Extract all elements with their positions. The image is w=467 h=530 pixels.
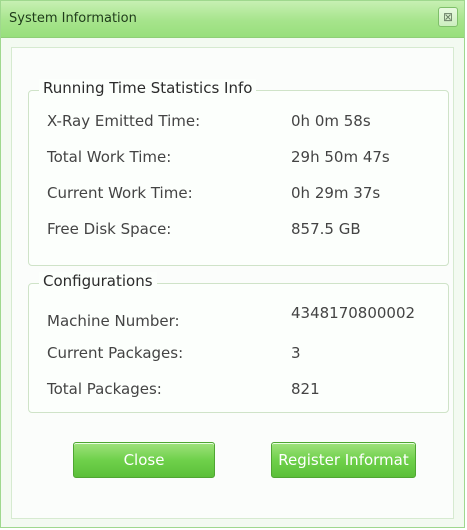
- machine-number-value: 4348170800002: [291, 304, 416, 322]
- running-time-group: Running Time Statistics Info X-Ray Emitt…: [28, 79, 449, 266]
- total-packages-value: 821: [291, 380, 320, 398]
- current-packages-value: 3: [291, 344, 301, 362]
- total-packages-row: Total Packages: 821: [47, 380, 447, 402]
- current-packages-label: Current Packages:: [47, 344, 184, 362]
- machine-number-row: Machine Number: 4348170800002: [47, 304, 447, 330]
- current-work-time-value: 0h 29m 37s: [291, 184, 381, 202]
- xray-emitted-time-value: 0h 0m 58s: [291, 112, 371, 130]
- xray-emitted-time-row: X-Ray Emitted Time: 0h 0m 58s: [47, 112, 447, 134]
- close-icon[interactable]: ⊠: [438, 7, 458, 27]
- total-work-time-row: Total Work Time: 29h 50m 47s: [47, 148, 447, 170]
- current-work-time-label: Current Work Time:: [47, 184, 193, 202]
- xray-emitted-time-label: X-Ray Emitted Time:: [47, 112, 201, 130]
- total-packages-label: Total Packages:: [47, 380, 162, 398]
- configurations-group: Configurations Machine Number: 434817080…: [28, 272, 449, 413]
- total-work-time-label: Total Work Time:: [47, 148, 172, 166]
- current-work-time-row: Current Work Time: 0h 29m 37s: [47, 184, 447, 206]
- register-information-button[interactable]: Register Informat: [271, 442, 416, 478]
- title-bar[interactable]: System Information ⊠: [1, 1, 464, 38]
- total-work-time-value: 29h 50m 47s: [291, 148, 390, 166]
- free-disk-space-value: 857.5 GB: [291, 220, 361, 238]
- free-disk-space-row: Free Disk Space: 857.5 GB: [47, 220, 447, 242]
- machine-number-label: Machine Number:: [47, 312, 180, 330]
- free-disk-space-label: Free Disk Space:: [47, 220, 172, 238]
- running-time-group-title: Running Time Statistics Info: [39, 79, 257, 97]
- window-title: System Information: [9, 11, 137, 26]
- system-information-dialog: System Information ⊠ Running Time Statis…: [0, 0, 465, 528]
- current-packages-row: Current Packages: 3: [47, 344, 447, 366]
- close-button[interactable]: Close: [73, 442, 215, 478]
- configurations-group-title: Configurations: [39, 272, 157, 290]
